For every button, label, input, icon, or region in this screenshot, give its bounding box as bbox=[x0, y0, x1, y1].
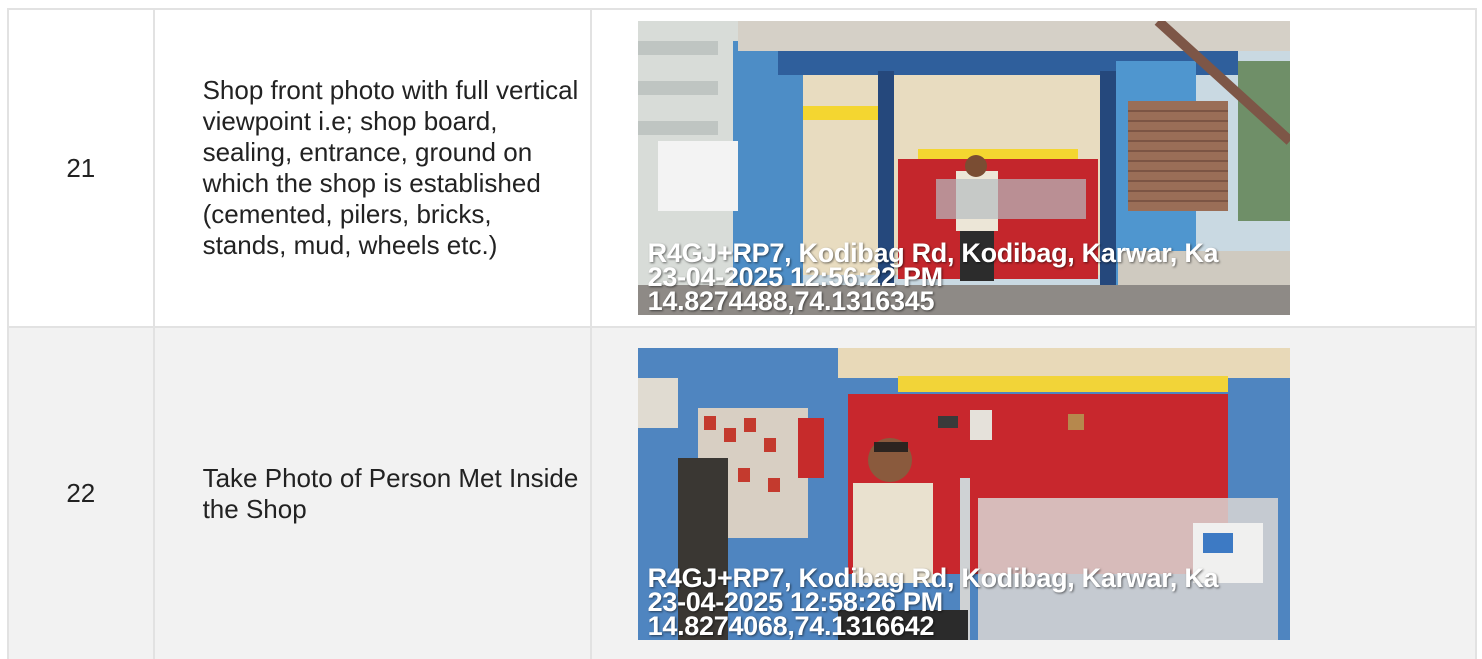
row-number: 22 bbox=[7, 326, 155, 659]
person-met-photo[interactable]: R4GJ+RP7, Kodibag Rd, Kodibag, Karwar, K… bbox=[637, 347, 1290, 640]
row-description: Take Photo of Person Met Inside the Shop bbox=[152, 326, 592, 659]
table-row: 22 Take Photo of Person Met Inside the S… bbox=[7, 326, 1478, 659]
inspection-table: 21 Shop front photo with full vertical v… bbox=[7, 8, 1478, 659]
row-description: Shop front photo with full vertical view… bbox=[152, 8, 592, 328]
photo-cell: R4GJ+RP7, Kodibag Rd, Kodibag, Karwar, K… bbox=[589, 326, 1478, 659]
report-sheet: 21 Shop front photo with full vertical v… bbox=[0, 0, 1482, 659]
row-number: 21 bbox=[7, 8, 155, 328]
photo-geotag: R4GJ+RP7, Kodibag Rd, Kodibag, Karwar, K… bbox=[647, 562, 1219, 640]
geotag-coordinates: 14.8274068,74.1316642 bbox=[647, 610, 935, 640]
photo-geotag: R4GJ+RP7, Kodibag Rd, Kodibag, Karwar, K… bbox=[647, 240, 1219, 315]
photo-cell: R4GJ+RP7, Kodibag Rd, Kodibag, Karwar, K… bbox=[589, 8, 1478, 328]
geotag-coordinates: 14.8274488,74.1316345 bbox=[647, 286, 935, 315]
geotag-address: R4GJ+RP7, Kodibag Rd, Kodibag, Karwar, K… bbox=[647, 562, 1219, 593]
table-row: 21 Shop front photo with full vertical v… bbox=[7, 8, 1478, 328]
shop-front-photo[interactable]: R4GJ+RP7, Kodibag Rd, Kodibag, Karwar, K… bbox=[637, 21, 1290, 315]
geotag-timestamp: 23-04-2025 12:58:26 PM bbox=[647, 586, 943, 617]
